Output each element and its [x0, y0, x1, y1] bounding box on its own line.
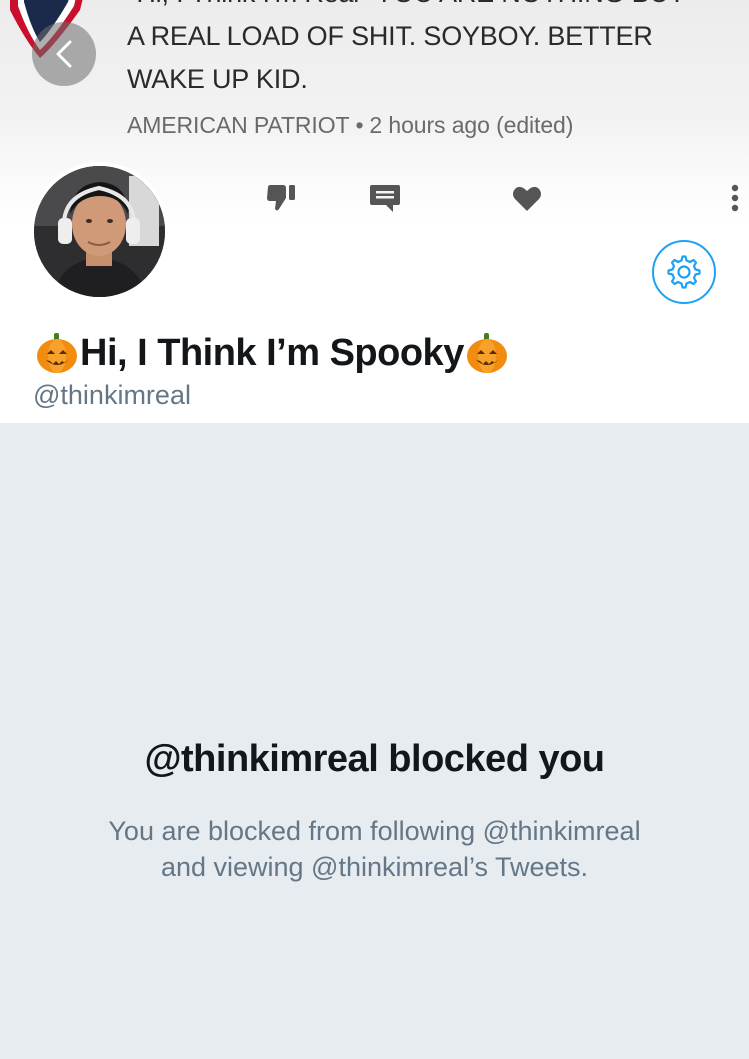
profile-display-name: Hi, I Think I’m Spooky	[34, 330, 510, 376]
dislike-button[interactable]	[262, 178, 302, 218]
comment-meta: AMERICAN PATRIOT • 2 hours ago (edited)	[127, 112, 573, 139]
blocked-description: You are blocked from following @thinkimr…	[0, 813, 749, 885]
pumpkin-icon	[37, 333, 77, 373]
thumbs-down-icon	[267, 185, 295, 211]
pumpkin-icon	[466, 333, 507, 373]
blocked-description-line: You are blocked from following @thinkimr…	[108, 816, 641, 846]
like-button[interactable]	[509, 178, 545, 218]
profile-header: Hi, I Think I’m Spooky @thinkimreal	[0, 162, 749, 423]
profile-handle: @thinkimreal	[33, 380, 191, 410]
blocked-title: @thinkimreal blocked you	[144, 738, 605, 780]
more-options-button[interactable]	[730, 178, 749, 218]
settings-button[interactable]	[652, 240, 716, 304]
comment-line: "Hi, I Think I'm Real" YOU ARE NOTHING B…	[127, 0, 749, 15]
display-name-text: Hi, I Think I’m Spooky	[80, 331, 464, 374]
comment-line: A REAL LOAD OF SHIT. SOYBOY. BETTER	[127, 21, 653, 51]
more-vertical-icon	[731, 184, 739, 212]
meta-separator: •	[355, 112, 364, 138]
back-button[interactable]	[32, 22, 96, 86]
heart-icon	[513, 186, 541, 211]
gear-icon	[667, 255, 701, 289]
blocked-description-line: and viewing @thinkimreal’s Tweets.	[160, 852, 589, 882]
back-icon	[56, 40, 72, 68]
comment-line: WAKE UP KID.	[127, 64, 308, 94]
avatar[interactable]	[30, 162, 169, 301]
comment-author[interactable]: AMERICAN PATRIOT	[127, 112, 350, 138]
comment-text: "Hi, I Think I'm Real" YOU ARE NOTHING B…	[127, 0, 749, 101]
avatar-photo	[34, 166, 165, 297]
comment-icon	[370, 185, 400, 212]
comment-timestamp: 2 hours ago (edited)	[369, 112, 574, 138]
reply-button[interactable]	[365, 178, 405, 218]
